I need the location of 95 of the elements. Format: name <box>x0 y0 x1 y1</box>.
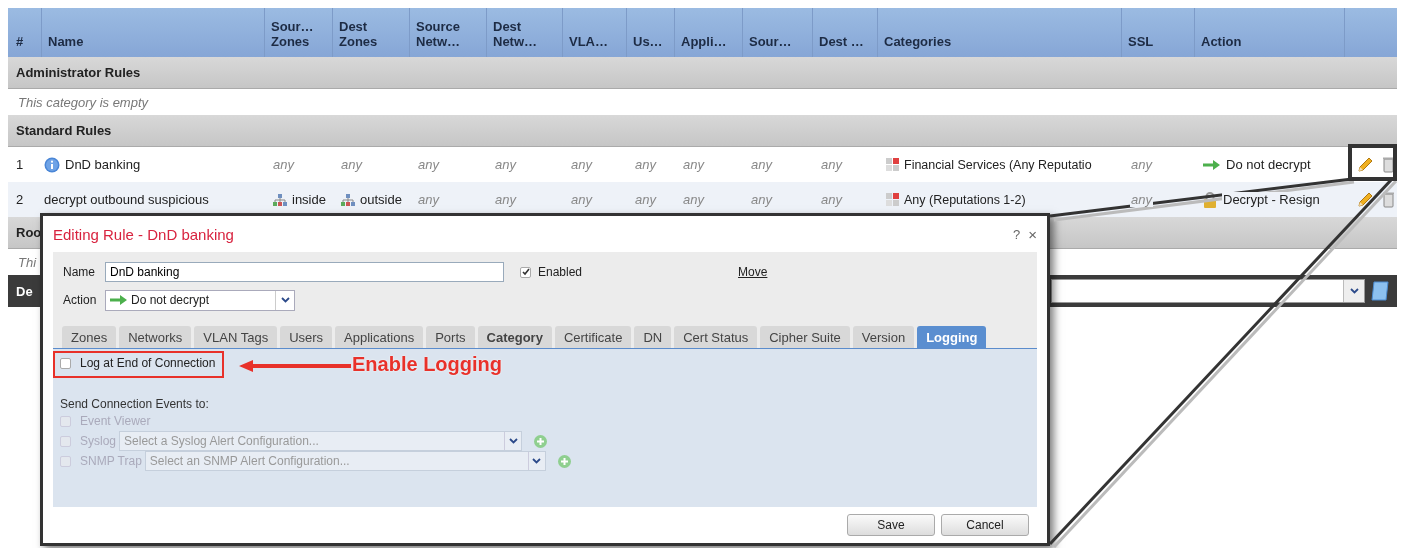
tab[interactable]: VLAN Tags <box>194 326 278 348</box>
name-field[interactable]: DnD banking <box>105 262 504 282</box>
category-name: Any (Reputations 1-2) <box>904 192 1026 207</box>
section-title: Roo <box>16 225 42 240</box>
dialog-title: Editing Rule - DnD banking <box>53 225 235 243</box>
cell-value: any <box>683 192 704 207</box>
field-label: Action <box>63 293 98 307</box>
cell-value: any <box>495 192 516 207</box>
column-header: SSL <box>1128 34 1154 49</box>
caret-icon <box>280 297 290 303</box>
pencil-icon[interactable] <box>1357 191 1373 208</box>
cell-value: any <box>571 157 592 172</box>
category-name: Financial Services (Any Reputatio <box>904 157 1092 172</box>
column-header: Name <box>48 34 84 49</box>
column-header: Us… <box>633 34 663 49</box>
highlight-frame <box>1348 144 1397 181</box>
row-number: 1 <box>16 157 24 172</box>
document-icon[interactable] <box>1371 281 1389 301</box>
tab[interactable]: Category <box>477 326 552 348</box>
column-header: Dest Netw… <box>493 19 539 49</box>
section-title: Administrator Rules <box>16 65 141 80</box>
default-action-select[interactable] <box>1051 279 1365 303</box>
annotation-text: Enable Logging <box>352 353 502 376</box>
add-icon[interactable] <box>534 434 548 448</box>
tab[interactable]: Version <box>852 326 915 348</box>
caret-icon <box>532 458 542 464</box>
row-number: 2 <box>16 192 24 207</box>
cell-value: any <box>821 157 842 172</box>
tab[interactable]: Users <box>280 326 333 348</box>
cell-value: any <box>751 192 772 207</box>
tab[interactable]: Cipher Suite <box>760 326 850 348</box>
move-link[interactable]: Move <box>738 265 768 279</box>
column-header: Sour… <box>749 34 792 49</box>
checkbox-label: Syslog <box>80 434 117 448</box>
zone-icon <box>273 193 287 206</box>
arrow-icon <box>110 295 127 305</box>
enabled-checkbox[interactable] <box>520 266 531 278</box>
tab[interactable]: DN <box>634 326 672 348</box>
help-button[interactable]: ? <box>1013 226 1021 242</box>
cell-value: any <box>751 157 772 172</box>
column-header: Dest Zones <box>339 19 379 49</box>
cell-value: any <box>571 192 592 207</box>
column-header: Appli… <box>681 34 727 49</box>
close-button[interactable]: × <box>1028 225 1037 243</box>
tab[interactable]: Certificate <box>554 326 632 348</box>
tab[interactable]: Networks <box>119 326 192 348</box>
zone-name: inside <box>292 192 326 207</box>
cell-value: any <box>418 157 439 172</box>
dialog-button[interactable]: Save <box>847 514 935 536</box>
column-header: Sour… Zones <box>271 19 315 49</box>
column-header: Source Netw… <box>416 19 462 49</box>
cell-value: any <box>821 192 842 207</box>
tab[interactable]: Zones <box>62 326 117 348</box>
rule-name: decrypt outbound suspicious <box>44 192 209 207</box>
category-icon <box>886 158 899 171</box>
caret-icon <box>508 438 518 444</box>
category-icon <box>886 193 899 206</box>
cell-value: any <box>418 192 439 207</box>
action-select[interactable]: Do not decrypt <box>105 289 295 311</box>
column-header: VLA… <box>569 34 608 49</box>
caret-icon <box>1349 288 1359 294</box>
column-header: # <box>16 34 24 49</box>
tab[interactable]: Applications <box>335 326 424 348</box>
checkbox-label: Event Viewer <box>80 414 151 428</box>
tab[interactable]: Cert Status <box>674 326 758 348</box>
column-header: Dest … <box>819 34 864 49</box>
zone-name: outside <box>360 192 402 207</box>
section-label: Send Connection Events to: <box>60 397 210 411</box>
lock-icon <box>1203 191 1217 208</box>
action-name: Decrypt - Resign <box>1222 192 1321 207</box>
zone-icon <box>341 193 355 206</box>
cell-value: any <box>635 157 656 172</box>
checkbox-label: Enabled <box>538 265 583 279</box>
default-action-label: De <box>16 283 34 299</box>
checkbox-label: Log at End of Connection <box>80 356 216 370</box>
empty-message: This category is empty <box>18 94 149 110</box>
cell-value: any <box>341 157 362 172</box>
add-icon[interactable] <box>557 454 571 468</box>
checkbox[interactable] <box>60 357 71 369</box>
dialog-button[interactable]: Cancel <box>941 514 1029 536</box>
trash-icon[interactable] <box>1383 156 1394 173</box>
checkbox-label: SNMP Trap <box>80 454 142 468</box>
arrow-icon <box>1203 159 1220 170</box>
rule-name: DnD banking <box>65 157 141 172</box>
field-label: Name <box>63 265 96 279</box>
cell-value: any <box>273 157 294 172</box>
column-header: Action <box>1201 34 1242 49</box>
cell-value: any <box>635 192 656 207</box>
cell-value: any <box>683 157 704 172</box>
tab[interactable]: Ports <box>426 326 475 348</box>
section-title: Standard Rules <box>16 123 112 138</box>
cell-value: any <box>495 157 516 172</box>
column-header: Categories <box>884 34 952 49</box>
action-name: Do not decrypt <box>1225 157 1312 172</box>
empty-message: Thi <box>18 254 37 270</box>
